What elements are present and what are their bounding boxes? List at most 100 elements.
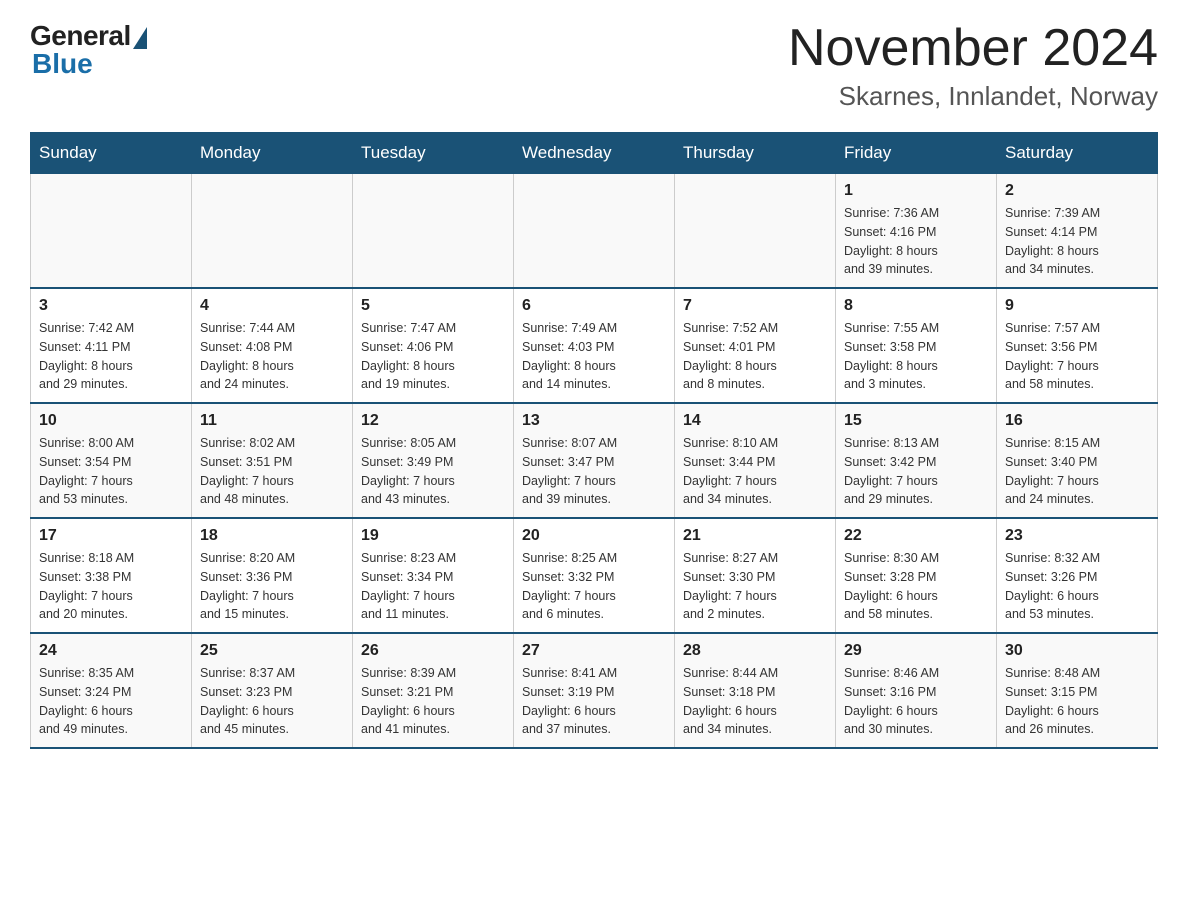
header-friday: Friday	[836, 133, 997, 174]
calendar-week-row: 3 Sunrise: 7:42 AM Sunset: 4:11 PM Daylig…	[31, 288, 1158, 403]
page-header: General Blue November 2024 Skarnes, Innl…	[30, 20, 1158, 112]
header-thursday: Thursday	[675, 133, 836, 174]
calendar-cell: 30Sunrise: 8:48 AM Sunset: 3:15 PM Dayli…	[997, 633, 1158, 748]
day-number: 4	[200, 297, 344, 315]
calendar-cell: 20 Sunrise: 8:25 AM Sunset: 3:32 PM Dayli…	[514, 518, 675, 633]
calendar-cell: 19Sunrise: 8:23 AM Sunset: 3:34 PM Dayli…	[353, 518, 514, 633]
calendar-cell: 22 Sunrise: 8:30 AM Sunset: 3:28 PM Dayli…	[836, 518, 997, 633]
calendar-cell: 4Sunrise: 7:44 AM Sunset: 4:08 PM Daylig…	[192, 288, 353, 403]
location-title: Skarnes, Innlandet, Norway	[788, 81, 1158, 112]
calendar-cell: 2 Sunrise: 7:39 AM Sunset: 4:14 PM Daylig…	[997, 174, 1158, 289]
logo-blue-text: Blue	[30, 48, 93, 80]
day-info: Sunrise: 8:15 AM Sunset: 3:40 PM Dayligh…	[1005, 434, 1149, 509]
day-number: 10	[39, 412, 183, 430]
calendar-cell: 17 Sunrise: 8:18 AM Sunset: 3:38 PM Dayli…	[31, 518, 192, 633]
title-section: November 2024 Skarnes, Innlandet, Norway	[788, 20, 1158, 112]
calendar-cell: 15 Sunrise: 8:13 AM Sunset: 3:42 PM Dayli…	[836, 403, 997, 518]
calendar-cell: 21 Sunrise: 8:27 AM Sunset: 3:30 PM Dayli…	[675, 518, 836, 633]
day-number: 7	[683, 297, 827, 315]
header-sunday: Sunday	[31, 133, 192, 174]
calendar-cell: 27 Sunrise: 8:41 AM Sunset: 3:19 PM Dayli…	[514, 633, 675, 748]
calendar-cell	[675, 174, 836, 289]
day-number: 2	[1005, 182, 1149, 200]
calendar-cell: 24 Sunrise: 8:35 AM Sunset: 3:24 PM Dayli…	[31, 633, 192, 748]
calendar-cell: 18 Sunrise: 8:20 AM Sunset: 3:36 PM Dayli…	[192, 518, 353, 633]
calendar-week-row: 1 Sunrise: 7:36 AM Sunset: 4:16 PM Daylig…	[31, 174, 1158, 289]
day-info: Sunrise: 8:23 AM Sunset: 3:34 PM Dayligh…	[361, 549, 505, 624]
calendar-cell	[192, 174, 353, 289]
day-number: 17	[39, 527, 183, 545]
calendar-cell: 12 Sunrise: 8:05 AM Sunset: 3:49 PM Dayli…	[353, 403, 514, 518]
day-number: 22	[844, 527, 988, 545]
calendar-header-row: SundayMondayTuesdayWednesdayThursdayFrid…	[31, 133, 1158, 174]
calendar-cell: 25 Sunrise: 8:37 AM Sunset: 3:23 PM Dayli…	[192, 633, 353, 748]
header-wednesday: Wednesday	[514, 133, 675, 174]
calendar-cell: 3 Sunrise: 7:42 AM Sunset: 4:11 PM Daylig…	[31, 288, 192, 403]
day-info: Sunrise: 8:30 AM Sunset: 3:28 PM Dayligh…	[844, 549, 988, 624]
day-number: 16	[1005, 412, 1149, 430]
day-info: Sunrise: 8:25 AM Sunset: 3:32 PM Dayligh…	[522, 549, 666, 624]
day-number: 26	[361, 642, 505, 660]
calendar-table: SundayMondayTuesdayWednesdayThursdayFrid…	[30, 132, 1158, 749]
day-info: Sunrise: 7:49 AM Sunset: 4:03 PM Dayligh…	[522, 319, 666, 394]
day-info: Sunrise: 8:27 AM Sunset: 3:30 PM Dayligh…	[683, 549, 827, 624]
day-number: 25	[200, 642, 344, 660]
day-number: 27	[522, 642, 666, 660]
day-info: Sunrise: 8:13 AM Sunset: 3:42 PM Dayligh…	[844, 434, 988, 509]
day-info: Sunrise: 7:36 AM Sunset: 4:16 PM Dayligh…	[844, 204, 988, 279]
day-info: Sunrise: 8:18 AM Sunset: 3:38 PM Dayligh…	[39, 549, 183, 624]
day-info: Sunrise: 8:20 AM Sunset: 3:36 PM Dayligh…	[200, 549, 344, 624]
day-info: Sunrise: 8:05 AM Sunset: 3:49 PM Dayligh…	[361, 434, 505, 509]
calendar-cell: 10 Sunrise: 8:00 AM Sunset: 3:54 PM Dayli…	[31, 403, 192, 518]
calendar-week-row: 24 Sunrise: 8:35 AM Sunset: 3:24 PM Dayli…	[31, 633, 1158, 748]
day-info: Sunrise: 8:39 AM Sunset: 3:21 PM Dayligh…	[361, 664, 505, 739]
day-number: 24	[39, 642, 183, 660]
day-info: Sunrise: 7:42 AM Sunset: 4:11 PM Dayligh…	[39, 319, 183, 394]
calendar-week-row: 17 Sunrise: 8:18 AM Sunset: 3:38 PM Dayli…	[31, 518, 1158, 633]
day-info: Sunrise: 7:47 AM Sunset: 4:06 PM Dayligh…	[361, 319, 505, 394]
day-number: 1	[844, 182, 988, 200]
day-info: Sunrise: 8:46 AM Sunset: 3:16 PM Dayligh…	[844, 664, 988, 739]
calendar-cell: 8 Sunrise: 7:55 AM Sunset: 3:58 PM Daylig…	[836, 288, 997, 403]
day-number: 28	[683, 642, 827, 660]
day-info: Sunrise: 7:39 AM Sunset: 4:14 PM Dayligh…	[1005, 204, 1149, 279]
calendar-cell	[31, 174, 192, 289]
day-info: Sunrise: 8:37 AM Sunset: 3:23 PM Dayligh…	[200, 664, 344, 739]
calendar-cell: 5 Sunrise: 7:47 AM Sunset: 4:06 PM Daylig…	[353, 288, 514, 403]
day-info: Sunrise: 8:00 AM Sunset: 3:54 PM Dayligh…	[39, 434, 183, 509]
calendar-week-row: 10 Sunrise: 8:00 AM Sunset: 3:54 PM Dayli…	[31, 403, 1158, 518]
day-number: 15	[844, 412, 988, 430]
header-monday: Monday	[192, 133, 353, 174]
calendar-cell: 7 Sunrise: 7:52 AM Sunset: 4:01 PM Daylig…	[675, 288, 836, 403]
day-info: Sunrise: 8:02 AM Sunset: 3:51 PM Dayligh…	[200, 434, 344, 509]
day-number: 20	[522, 527, 666, 545]
day-number: 3	[39, 297, 183, 315]
calendar-cell: 16 Sunrise: 8:15 AM Sunset: 3:40 PM Dayli…	[997, 403, 1158, 518]
day-number: 29	[844, 642, 988, 660]
day-info: Sunrise: 8:35 AM Sunset: 3:24 PM Dayligh…	[39, 664, 183, 739]
calendar-cell: 14Sunrise: 8:10 AM Sunset: 3:44 PM Dayli…	[675, 403, 836, 518]
day-number: 8	[844, 297, 988, 315]
day-number: 21	[683, 527, 827, 545]
day-number: 23	[1005, 527, 1149, 545]
day-number: 18	[200, 527, 344, 545]
day-number: 12	[361, 412, 505, 430]
calendar-cell: 28 Sunrise: 8:44 AM Sunset: 3:18 PM Dayli…	[675, 633, 836, 748]
day-info: Sunrise: 7:55 AM Sunset: 3:58 PM Dayligh…	[844, 319, 988, 394]
day-info: Sunrise: 8:32 AM Sunset: 3:26 PM Dayligh…	[1005, 549, 1149, 624]
day-info: Sunrise: 7:52 AM Sunset: 4:01 PM Dayligh…	[683, 319, 827, 394]
calendar-cell: 23 Sunrise: 8:32 AM Sunset: 3:26 PM Dayli…	[997, 518, 1158, 633]
calendar-cell: 11 Sunrise: 8:02 AM Sunset: 3:51 PM Dayli…	[192, 403, 353, 518]
day-info: Sunrise: 7:57 AM Sunset: 3:56 PM Dayligh…	[1005, 319, 1149, 394]
calendar-cell: 26 Sunrise: 8:39 AM Sunset: 3:21 PM Dayli…	[353, 633, 514, 748]
day-info: Sunrise: 8:41 AM Sunset: 3:19 PM Dayligh…	[522, 664, 666, 739]
day-number: 9	[1005, 297, 1149, 315]
day-number: 13	[522, 412, 666, 430]
day-number: 11	[200, 412, 344, 430]
logo-triangle-icon	[133, 27, 147, 49]
day-number: 30	[1005, 642, 1149, 660]
day-number: 5	[361, 297, 505, 315]
day-info: Sunrise: 8:07 AM Sunset: 3:47 PM Dayligh…	[522, 434, 666, 509]
calendar-cell: 6Sunrise: 7:49 AM Sunset: 4:03 PM Daylig…	[514, 288, 675, 403]
day-info: Sunrise: 8:44 AM Sunset: 3:18 PM Dayligh…	[683, 664, 827, 739]
